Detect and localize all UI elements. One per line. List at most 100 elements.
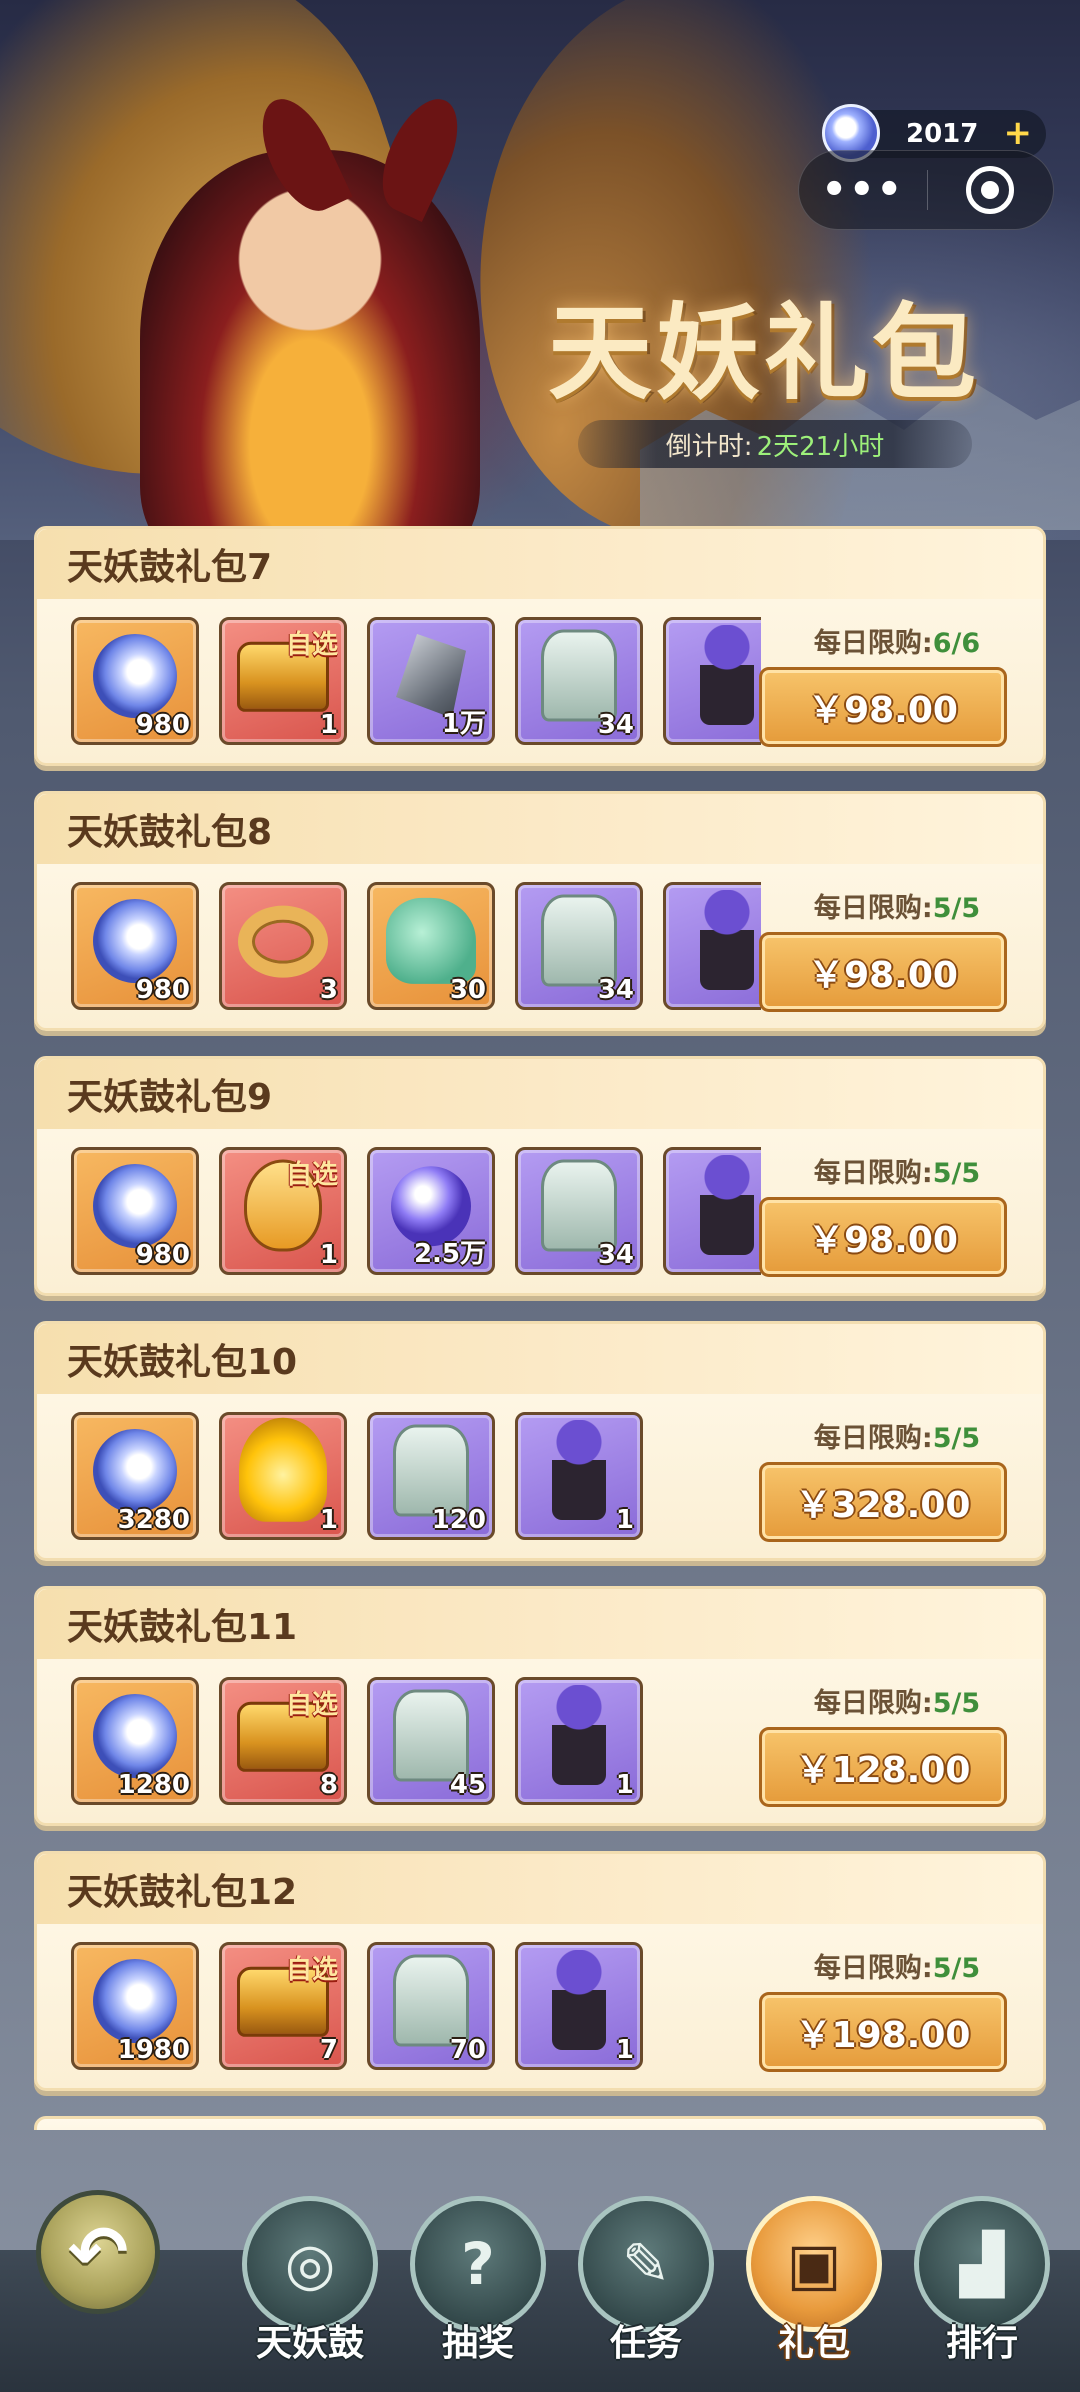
pack-title: 天妖鼓礼包7	[37, 529, 1043, 599]
optional-tag: 自选	[285, 1955, 338, 1985]
pack-title: 天妖鼓礼包8	[37, 794, 1043, 864]
jade-token-icon	[541, 894, 617, 987]
item-quantity: 3280	[117, 1505, 190, 1535]
nav-tab[interactable]: ▟ 排行	[912, 2196, 1052, 2366]
add-currency-button[interactable]: +	[1004, 116, 1033, 150]
reward-item[interactable]: 1	[515, 1677, 643, 1805]
daily-limit-value: 5/5	[932, 1423, 981, 1454]
pack-title: 天妖鼓礼包11	[37, 1589, 1043, 1659]
reward-items-row[interactable]: 1980 自选 7 70 1	[71, 1942, 761, 2074]
optional-tag: 自选	[285, 1690, 338, 1720]
reward-item[interactable]: 自选 1	[219, 1147, 347, 1275]
reward-item[interactable]: 自选 8	[219, 1677, 347, 1805]
blue-gem-icon	[93, 1693, 177, 1778]
reward-item[interactable]: 980	[71, 617, 199, 745]
reward-item[interactable]: 自选 7	[219, 1942, 347, 2070]
pawn-piece-icon	[700, 890, 754, 990]
daily-limit-label: 每日限购:	[813, 1423, 933, 1454]
item-quantity: 7	[319, 2035, 338, 2065]
nav-tab-label: 抽奖	[441, 2323, 514, 2364]
reward-item[interactable]: 70	[367, 1942, 495, 2070]
jade-token-icon	[393, 1689, 469, 1782]
blue-gem-icon	[93, 1958, 177, 2043]
close-button[interactable]	[928, 166, 1054, 214]
nav-tab-label: 礼包	[777, 2323, 850, 2364]
reward-item[interactable]	[663, 882, 761, 1010]
scroll-icon: ✎	[621, 2230, 671, 2298]
blue-gem-icon	[93, 898, 177, 983]
reward-item[interactable]: 1980	[71, 1942, 199, 2070]
buy-price-button[interactable]: ￥198.00	[759, 1992, 1007, 2072]
blue-gem-icon	[93, 633, 177, 718]
item-quantity: 1280	[117, 1770, 190, 1800]
reward-item[interactable]: 34	[515, 1147, 643, 1275]
reward-item[interactable]: 3	[219, 882, 347, 1010]
reward-item[interactable]: 1280	[71, 1677, 199, 1805]
more-menu-button[interactable]: •••	[799, 167, 927, 213]
reward-items-row[interactable]: 1280 自选 8 45 1	[71, 1677, 761, 1809]
item-quantity: 2.5万	[413, 1239, 486, 1269]
daily-limit-value: 5/5	[932, 1953, 981, 1984]
reward-items-row[interactable]: 3280 1 120 1	[71, 1412, 761, 1544]
gold-ring-icon	[238, 905, 328, 978]
jade-lion-icon	[386, 897, 476, 984]
countdown-label: 倒计时:	[665, 431, 753, 462]
pack-card: 天妖鼓礼包8 980 3 30 34 每日限购:5/5 ￥98.00	[34, 791, 1046, 1031]
buy-price-button[interactable]: ￥98.00	[759, 1197, 1007, 1277]
item-quantity: 70	[449, 2035, 486, 2065]
reward-item[interactable]: 30	[367, 882, 495, 1010]
nav-tab[interactable]: ? 抽奖	[408, 2196, 548, 2366]
buy-price-button[interactable]: ￥98.00	[759, 667, 1007, 747]
reward-item[interactable]: 45	[367, 1677, 495, 1805]
reward-items-row[interactable]: 980 3 30 34	[71, 882, 761, 1014]
reward-item[interactable]: 34	[515, 882, 643, 1010]
item-quantity: 980	[135, 975, 190, 1005]
buy-price-button[interactable]: ￥98.00	[759, 932, 1007, 1012]
pack-card: 天妖鼓礼包12 1980 自选 7 70 1 每日限购:5/5 ￥198.00	[34, 1851, 1046, 2091]
reward-item[interactable]	[663, 617, 761, 745]
buy-price-button[interactable]: ￥328.00	[759, 1462, 1007, 1542]
reward-item[interactable]: 980	[71, 1147, 199, 1275]
reward-item[interactable]	[663, 1147, 761, 1275]
lottery-card-icon: ?	[461, 2230, 495, 2298]
reward-item[interactable]: 1	[219, 1412, 347, 1540]
back-button[interactable]: ↶	[36, 2190, 160, 2314]
event-title: 天妖礼包	[548, 291, 981, 414]
pack-title: 天妖鼓礼包10	[37, 1324, 1043, 1394]
blue-gem-icon	[93, 1163, 177, 1248]
daily-limit-label: 每日限购:	[813, 628, 933, 659]
reward-item[interactable]: 34	[515, 617, 643, 745]
daily-limit: 每日限购:5/5	[777, 1681, 1017, 1720]
reward-item[interactable]: 1万	[367, 617, 495, 745]
item-quantity: 34	[597, 975, 634, 1005]
reward-item[interactable]: 3280	[71, 1412, 199, 1540]
reward-item[interactable]: 980	[71, 882, 199, 1010]
nav-tab-label: 任务	[609, 2323, 682, 2364]
item-quantity: 34	[597, 710, 634, 740]
countdown-timer: 倒计时: 2天21小时	[578, 420, 972, 468]
reward-item[interactable]: 1	[515, 1412, 643, 1540]
daily-limit-value: 6/6	[932, 628, 981, 659]
item-quantity: 45	[449, 1770, 486, 1800]
nav-tab-disc: ✎	[578, 2196, 714, 2332]
pawn-piece-icon	[700, 625, 754, 725]
pack-list[interactable]: 天妖鼓礼包7 980 自选 1 1万 34 每日限购:6/6 ￥98.00 天妖鼓礼包8 980 3…	[34, 526, 1046, 2130]
nav-tab[interactable]: ✎ 任务	[576, 2196, 716, 2366]
optional-tag: 自选	[285, 1160, 338, 1190]
pack-title: 天妖鼓礼包9	[37, 1059, 1043, 1129]
reward-items-row[interactable]: 980 自选 1 2.5万 34	[71, 1147, 761, 1279]
reward-items-row[interactable]: 980 自选 1 1万 34	[71, 617, 761, 749]
mini-program-capsule: •••	[798, 150, 1054, 230]
reward-item[interactable]: 120	[367, 1412, 495, 1540]
nav-tab[interactable]: ◎ 天妖鼓	[240, 2196, 380, 2366]
buy-price-button[interactable]: ￥128.00	[759, 1727, 1007, 1807]
reward-item[interactable]: 1	[515, 1942, 643, 2070]
reward-item[interactable]: 自选 1	[219, 617, 347, 745]
reward-item[interactable]: 2.5万	[367, 1147, 495, 1275]
pack-card: 天妖鼓礼包7 980 自选 1 1万 34 每日限购:6/6 ￥98.00	[34, 526, 1046, 766]
nav-tab-disc: ▟	[914, 2196, 1050, 2332]
drum-icon: ◎	[284, 2230, 336, 2298]
nav-tab-disc: ?	[410, 2196, 546, 2332]
daily-limit-label: 每日限购:	[813, 1688, 933, 1719]
nav-tab[interactable]: ▣ 礼包	[744, 2196, 884, 2366]
